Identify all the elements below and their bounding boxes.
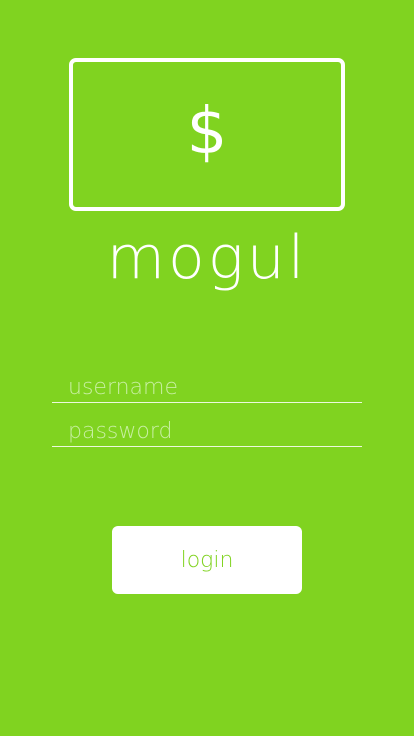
password-field bbox=[52, 410, 362, 447]
username-field bbox=[52, 366, 362, 403]
app-title: mogul bbox=[106, 223, 308, 293]
password-input[interactable] bbox=[68, 419, 358, 444]
username-input[interactable] bbox=[68, 375, 358, 400]
login-button[interactable]: login bbox=[112, 526, 302, 594]
dollar-sign-icon: $ bbox=[186, 94, 228, 169]
logo-box: $ bbox=[69, 58, 345, 211]
